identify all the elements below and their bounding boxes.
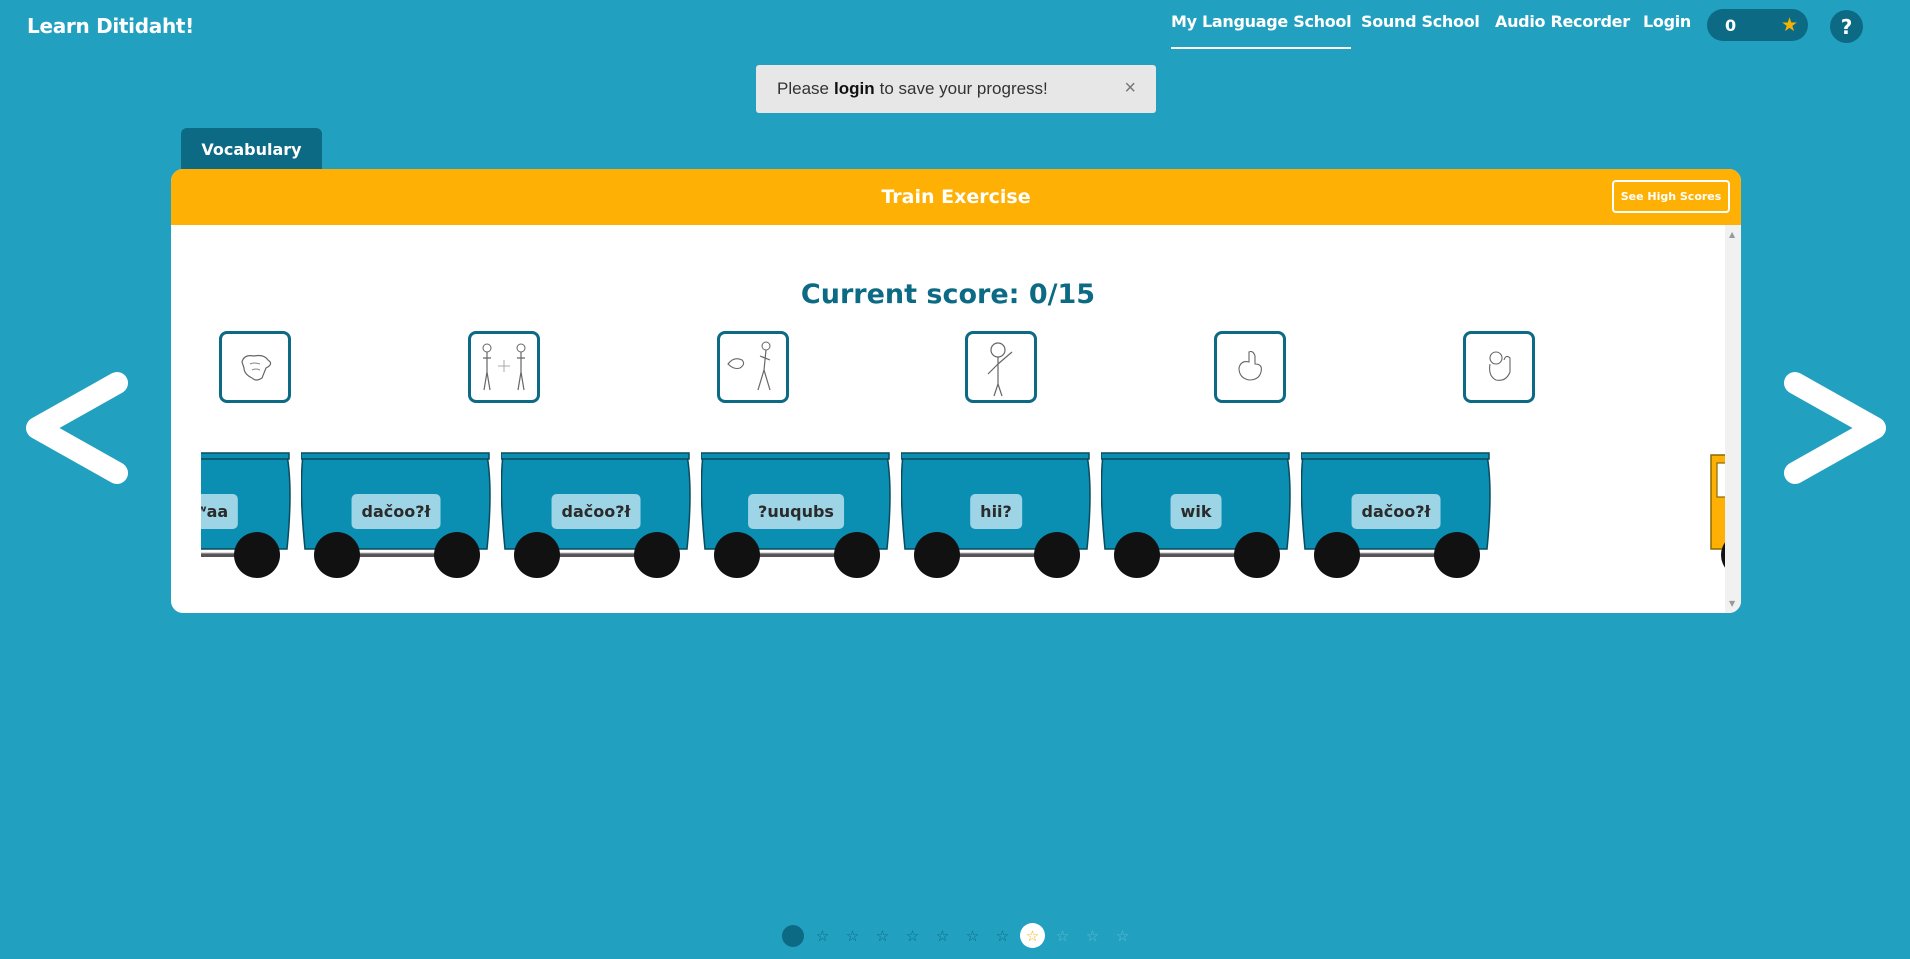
scroll-up-icon[interactable]: ▲ xyxy=(1729,230,1735,239)
star-icon: ★ xyxy=(1780,14,1798,36)
train-car[interactable]: dačoo?ł xyxy=(501,449,691,579)
picture-card[interactable] xyxy=(1214,331,1286,403)
ok-hand-icon xyxy=(1489,351,1511,381)
progress-dots: ☆ ☆ ☆ ☆ ☆ ☆ ☆ ☆ ☆ ☆ ☆ xyxy=(780,923,1135,948)
star-score-badge: 0 ★ xyxy=(1707,9,1808,41)
train-car-label[interactable]: hii? xyxy=(970,494,1022,529)
fist-hand-icon xyxy=(241,354,272,381)
see-high-scores-button[interactable]: See High Scores xyxy=(1612,180,1730,213)
exercise-header: Train Exercise See High Scores xyxy=(171,169,1741,225)
progress-star-5[interactable]: ☆ xyxy=(930,923,955,948)
progress-star-7[interactable]: ☆ xyxy=(990,923,1015,948)
train-car-label[interactable]: dačoo?ł xyxy=(351,494,441,529)
nav-audio-recorder[interactable]: Audio Recorder xyxy=(1495,12,1630,42)
hand-and-walking-man-icon xyxy=(727,341,771,391)
help-button[interactable]: ? xyxy=(1830,10,1863,43)
train: yuqʷaa dačoo?ł dačoo?ł ?uuqubs hii? wik dačoo?… xyxy=(201,449,1725,579)
train-car[interactable]: hii? xyxy=(901,449,1091,579)
close-icon[interactable]: × xyxy=(1124,77,1136,100)
two-people-icon xyxy=(482,343,526,391)
train-car[interactable]: dačoo?ł xyxy=(1301,449,1491,579)
train-car[interactable]: ?uuqubs xyxy=(701,449,891,579)
train-car[interactable]: wik xyxy=(1101,449,1291,579)
thumb-gesture-icon xyxy=(1238,350,1262,381)
star-count: 0 xyxy=(1725,15,1737,35)
nav-my-language-school[interactable]: My Language School xyxy=(1171,12,1352,49)
progress-star-4[interactable]: ☆ xyxy=(900,923,925,948)
train-car[interactable]: dačoo?ł xyxy=(301,449,491,579)
man-pointing-head-icon xyxy=(987,342,1013,397)
train-car-label[interactable]: ?uuqubs xyxy=(748,494,844,529)
next-arrow-icon[interactable] xyxy=(1780,368,1890,488)
progress-star-2[interactable]: ☆ xyxy=(840,923,865,948)
train-car-label[interactable]: dačoo?ł xyxy=(551,494,641,529)
nav-login[interactable]: Login xyxy=(1643,12,1691,42)
vertical-scrollbar[interactable]: ▲ ▼ xyxy=(1725,225,1741,613)
progress-star-6[interactable]: ☆ xyxy=(960,923,985,948)
train-engine xyxy=(1710,454,1725,568)
progress-dot-current[interactable] xyxy=(781,924,804,947)
brand-logo-text[interactable]: Learn Ditidaht! xyxy=(27,14,194,38)
toast-login-link[interactable]: login xyxy=(834,79,875,99)
tab-vocabulary[interactable]: Vocabulary xyxy=(181,128,322,170)
nav-sound-school[interactable]: Sound School xyxy=(1361,12,1480,42)
progress-star-1[interactable]: ☆ xyxy=(810,923,835,948)
login-toast: Please login to save your progress! × xyxy=(756,65,1156,113)
exercise-card: Train Exercise See High Scores ▲ ▼ Curre… xyxy=(171,169,1741,613)
progress-star-9[interactable]: ☆ xyxy=(1050,923,1075,948)
toast-suffix: to save your progress! xyxy=(879,79,1048,98)
train-car-label[interactable]: yuqʷaa xyxy=(201,494,239,529)
progress-star-8[interactable]: ☆ xyxy=(1020,923,1045,948)
previous-arrow-icon[interactable] xyxy=(22,368,132,488)
exercise-title: Train Exercise xyxy=(881,186,1031,208)
picture-card[interactable] xyxy=(468,331,540,403)
train-car-label[interactable]: wik xyxy=(1170,494,1222,529)
toast-prefix: Please xyxy=(777,79,829,98)
picture-card[interactable] xyxy=(219,331,291,403)
picture-card[interactable] xyxy=(1463,331,1535,403)
progress-star-11[interactable]: ☆ xyxy=(1110,923,1135,948)
train-car-label[interactable]: dačoo?ł xyxy=(1351,494,1441,529)
progress-star-3[interactable]: ☆ xyxy=(870,923,895,948)
progress-star-10[interactable]: ☆ xyxy=(1080,923,1105,948)
train-car[interactable]: yuqʷaa xyxy=(201,449,291,579)
picture-card[interactable] xyxy=(965,331,1037,403)
picture-card[interactable] xyxy=(717,331,789,403)
scroll-down-icon[interactable]: ▼ xyxy=(1729,599,1735,608)
current-score: Current score: 0/15 xyxy=(800,279,1096,310)
